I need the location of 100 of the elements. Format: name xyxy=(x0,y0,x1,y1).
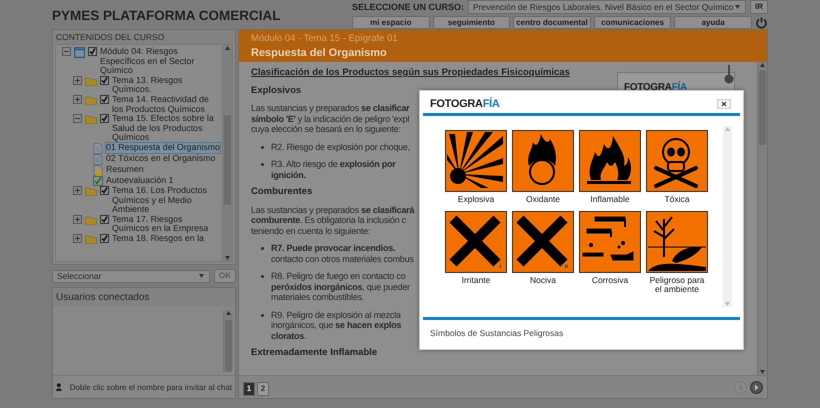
scrollbar-thumb[interactable] xyxy=(225,320,232,372)
nav-button[interactable]: centro documental xyxy=(513,16,591,29)
collapse-icon[interactable] xyxy=(73,114,82,124)
chat-hint: Doble clic sobre el nombre para invitar al chat xyxy=(70,382,232,392)
bullet-icon xyxy=(261,163,264,166)
tree-item[interactable]: Tema 13. Riesgos Químicos. xyxy=(112,76,220,95)
folder-icon xyxy=(85,94,97,105)
symbol-label: Explosiva xyxy=(456,195,496,204)
course-label: SELECCIONE UN CURSO: xyxy=(352,2,464,12)
list-item: R7. Puede provocar incendios. contacto con otros materiales combus xyxy=(271,243,414,264)
caret-icon[interactable] xyxy=(198,273,205,279)
check-mark-icon xyxy=(93,176,103,186)
nav-button[interactable]: seguimiento xyxy=(432,16,510,29)
app-title: PYMES PLATAFORMA COMERCIAL xyxy=(52,8,280,23)
section-heading: Explosivos xyxy=(251,86,302,96)
image-caption: Símbolos de Sustancias Peligrosas xyxy=(430,328,564,338)
expand-icon[interactable] xyxy=(73,186,82,195)
folder-icon xyxy=(85,114,97,124)
expand-icon[interactable] xyxy=(73,76,82,85)
section-select[interactable]: Seleccionar xyxy=(52,270,210,282)
hazard-symbol xyxy=(579,210,641,272)
tree-item[interactable]: Autoevaluación 1 xyxy=(106,176,220,186)
panel-title: CONTENIDOS DEL CURSO xyxy=(53,30,235,44)
symbol-label: Inflamable xyxy=(589,195,631,204)
nav-button[interactable]: ayuda xyxy=(674,16,752,29)
symbol-label: Peligroso para el ambiente xyxy=(648,276,706,294)
page-button[interactable]: 1 xyxy=(243,382,255,396)
scroll-arrow-icon[interactable] xyxy=(224,45,231,51)
checkbox[interactable] xyxy=(88,47,97,56)
folder-icon xyxy=(85,186,97,196)
power-icon[interactable] xyxy=(754,16,768,29)
course-select[interactable]: Prevención de Riesgos Laborales. Nivel Básico en el Sector Químico xyxy=(468,0,746,14)
section-heading: Comburentes xyxy=(251,187,312,198)
folder-icon xyxy=(85,76,97,86)
list-item: R3. Alto riesgo de explosión por ignición. xyxy=(271,159,396,180)
hazard-symbol xyxy=(646,130,708,192)
scroll-arrow-icon[interactable] xyxy=(759,369,766,375)
page-button[interactable]: 2 xyxy=(257,382,269,396)
tree-item[interactable]: Tema 14. Reactividad de los Productos Químicos xyxy=(112,94,220,114)
scrollbar[interactable] xyxy=(222,45,232,261)
hazard-symbol xyxy=(579,130,641,192)
scroll-arrow-icon[interactable] xyxy=(759,62,766,68)
list-item: R2. Riesgo de explosión por choque, xyxy=(271,142,410,152)
bullet-icon xyxy=(261,314,264,316)
symbol-label: Nociva xyxy=(529,276,557,285)
folder-icon xyxy=(85,234,97,244)
tree-item[interactable]: Módulo 04: Riesgos Específicos en el Sector Químico xyxy=(100,47,220,76)
scrollbar[interactable] xyxy=(223,310,233,372)
paragraph: Las sustancias y preparados se clasificar símbolo 'E' y la indicación de peligro 'expl cuya elección se basará en lo siguiente: xyxy=(251,103,410,134)
content-title: Respuesta del Organismo xyxy=(251,47,388,59)
document-icon xyxy=(93,164,103,176)
tree-item[interactable]: Tema 15. Efectos sobre la Salud de los Productos Químicos xyxy=(112,114,220,143)
checkbox[interactable] xyxy=(100,114,109,124)
symbol-label: Corrosiva xyxy=(590,276,630,285)
expand-icon[interactable] xyxy=(73,214,82,224)
tree-item[interactable]: Tema 17. Riesgos Químicos en la Empresa xyxy=(112,214,220,234)
next-icon[interactable] xyxy=(750,380,763,394)
tree-item[interactable]: Tema 18. Riesgos en la xyxy=(112,234,220,244)
checkbox[interactable] xyxy=(100,76,109,85)
photo-logo: FOTOGRAFÍA xyxy=(624,82,687,92)
go-button[interactable]: IR xyxy=(750,0,768,14)
list-item: R9. Peligro de explosión al mezcla inorgánicos, que se hacen explos cloratos. xyxy=(271,310,402,341)
hazard-symbol xyxy=(445,130,507,192)
collapse-icon[interactable] xyxy=(62,47,71,56)
scrollbar[interactable] xyxy=(757,62,767,375)
paragraph: Las sustancias y preparados se clasificará comburente. Es obligatoria la inclusión c teniendo en cuenta lo siguiente: xyxy=(251,204,414,236)
checkbox[interactable] xyxy=(100,214,109,224)
list-item: R8. Peligro de fuego en contacto co peróxidos inorgánicos, que pueder materiales combustibles. xyxy=(271,271,410,302)
checkbox[interactable] xyxy=(100,234,109,243)
document-icon xyxy=(93,154,103,165)
bullet-icon xyxy=(261,275,264,278)
close-icon[interactable] xyxy=(721,100,727,106)
tree-item[interactable]: 01 Respuesta del Organismo xyxy=(106,142,220,153)
close-button[interactable] xyxy=(717,98,731,108)
window-icon xyxy=(74,47,85,58)
dialog-logo: FOTOGRAFÍA xyxy=(430,98,500,110)
document-icon xyxy=(93,142,103,154)
breadcrumb: Módulo 04 - Tema 15 - Epígrafe 01 xyxy=(251,33,399,44)
panel-title: Usuarios conectados xyxy=(53,288,235,307)
hazard-symbol xyxy=(646,210,708,272)
tree-item[interactable]: Tema 16. Los Productos Químicos y el Medio Ambiente xyxy=(112,186,220,215)
nav-button[interactable]: mi espacio xyxy=(352,16,430,29)
bullet-icon xyxy=(261,146,264,148)
scroll-arrow-icon[interactable] xyxy=(225,310,232,316)
expand-icon[interactable] xyxy=(73,234,82,243)
folder-icon xyxy=(85,214,97,225)
symbol-label: Tóxica xyxy=(663,195,691,204)
symbol-label: Oxidante xyxy=(524,195,562,204)
checkbox[interactable] xyxy=(100,94,109,104)
nav-button[interactable]: comunicaciones xyxy=(594,16,672,29)
checkbox[interactable] xyxy=(100,186,109,195)
hazard-symbol xyxy=(512,130,574,192)
scroll-arrow-icon[interactable] xyxy=(224,255,231,261)
caret-icon[interactable] xyxy=(734,4,741,10)
tree-item[interactable]: 02 Tóxicos en el Organismo xyxy=(106,154,220,164)
expand-icon[interactable] xyxy=(73,94,82,104)
section-heading: Extremadamente Inflamable xyxy=(251,348,378,358)
bullet-icon xyxy=(261,247,264,250)
symbol-label: Irritante xyxy=(460,276,492,285)
tree-item[interactable]: Resumen xyxy=(106,164,220,175)
